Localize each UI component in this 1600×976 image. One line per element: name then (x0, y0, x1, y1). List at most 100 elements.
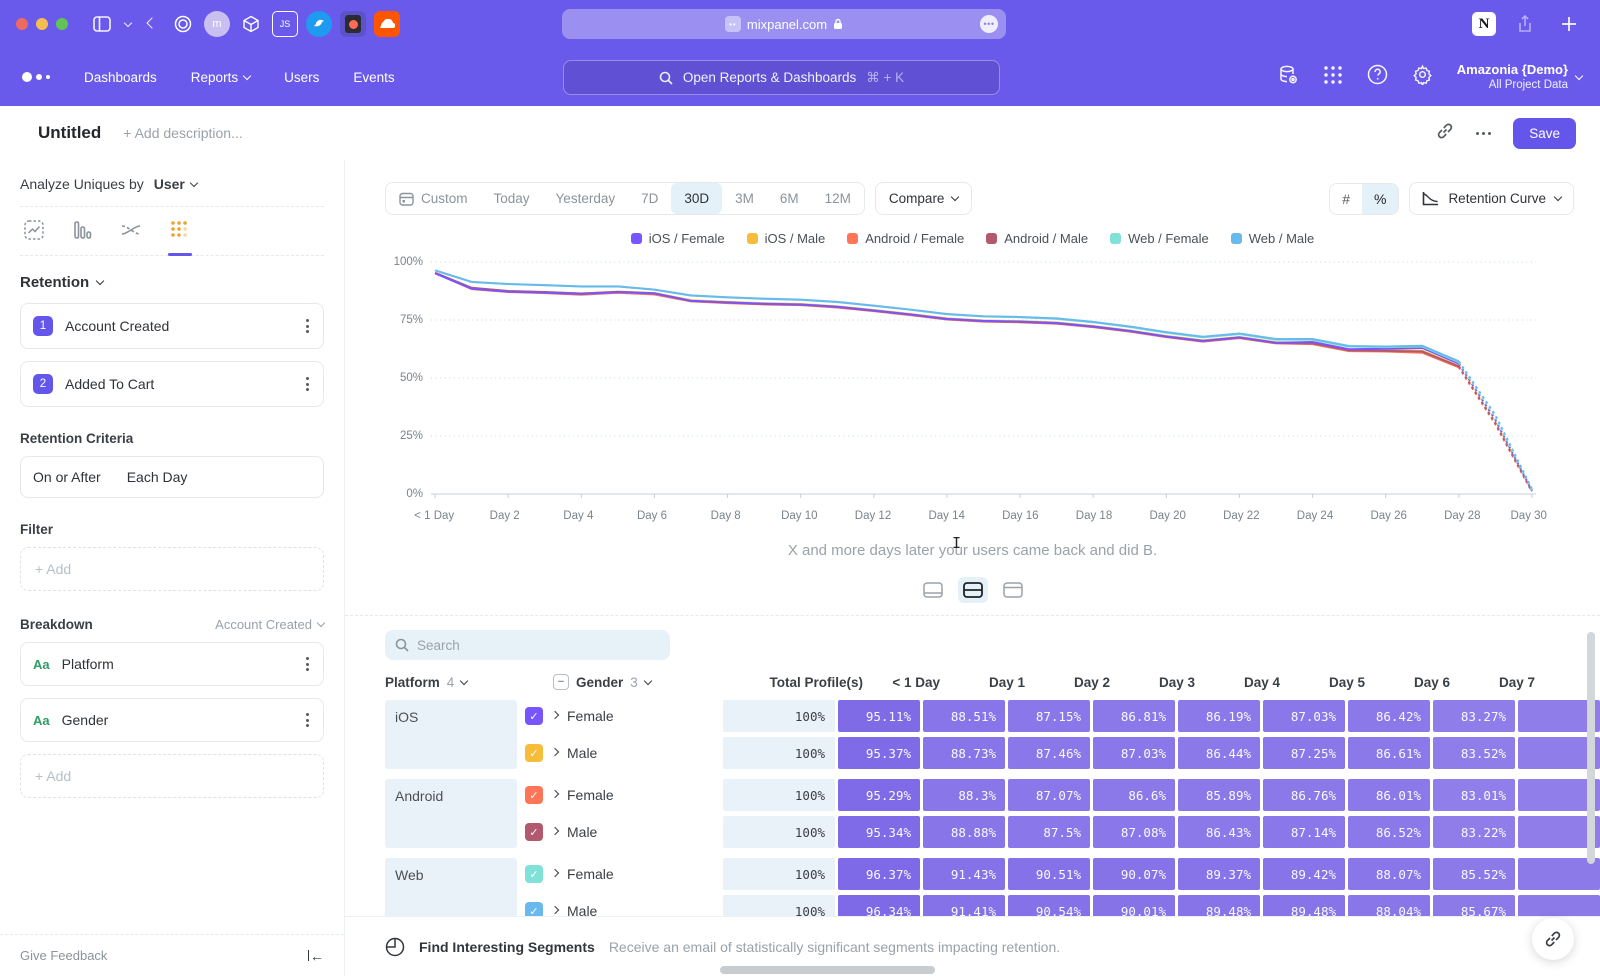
new-tab-icon[interactable] (1561, 16, 1577, 32)
column-header-day[interactable]: Day 4 (1206, 675, 1288, 690)
mixpanel-logo[interactable] (22, 72, 50, 82)
filter-add-button[interactable]: + Add (20, 547, 324, 591)
global-search[interactable]: Open Reports & Dashboards ⌘ + K (563, 60, 1000, 95)
gender-cell[interactable]: ✓Female (525, 707, 715, 725)
retention-value-cell[interactable]: 86.01% (1348, 779, 1430, 811)
settings-gear-icon[interactable] (1412, 64, 1433, 90)
nav-link-dashboards[interactable]: Dashboards (84, 70, 157, 85)
project-selector[interactable]: Amazonia {Demo} All Project Data (1457, 62, 1582, 93)
layout-table-only-button[interactable] (998, 577, 1028, 603)
retention-value-cell[interactable]: 86.19% (1178, 700, 1260, 732)
count-mode-absolute[interactable]: # (1330, 184, 1362, 214)
window-controls[interactable] (16, 18, 68, 30)
retention-value-cell[interactable]: 86.52% (1348, 816, 1430, 848)
table-row[interactable]: ✓Female100%95.29%88.3%87.07%86.6%85.89%8… (525, 779, 1600, 811)
retention-value-cell[interactable]: 86.43% (1178, 816, 1260, 848)
table-row[interactable]: ✓Male100%95.37%88.73%87.46%87.03%86.44%8… (525, 737, 1600, 769)
save-button[interactable]: Save (1513, 118, 1576, 149)
range-today[interactable]: Today (481, 183, 543, 214)
kebab-menu-icon[interactable] (304, 375, 311, 393)
gender-cell[interactable]: ✓Female (525, 865, 715, 883)
add-description[interactable]: + Add description... (123, 125, 242, 141)
retention-value-cell[interactable]: 85.89% (1178, 779, 1260, 811)
minimize-window-button[interactable] (36, 18, 48, 30)
retention-value-cell[interactable]: 86.81% (1093, 700, 1175, 732)
retention-value-cell[interactable]: 83.52% (1433, 737, 1515, 769)
range-custom[interactable]: Custom (386, 183, 481, 214)
retention-value-cell[interactable]: 88.88% (923, 816, 1005, 848)
tab-flows-icon[interactable] (120, 220, 142, 255)
nav-link-reports[interactable]: Reports (191, 70, 250, 85)
help-icon[interactable] (1367, 64, 1388, 90)
extension-js-icon[interactable]: JS (272, 11, 298, 37)
nav-link-events[interactable]: Events (353, 70, 394, 85)
gender-cell[interactable]: ✓Male (525, 823, 715, 841)
retention-value-cell[interactable]: 90.51% (1008, 858, 1090, 890)
criteria-condition[interactable]: On or After (33, 469, 101, 485)
retention-value-cell[interactable]: 89.42% (1263, 858, 1345, 890)
maximize-window-button[interactable] (56, 18, 68, 30)
breakdown-item-gender[interactable]: AaGender (20, 698, 324, 742)
retention-value-cell[interactable]: 85.52% (1433, 858, 1515, 890)
retention-value-cell[interactable]: 83.27% (1433, 700, 1515, 732)
give-feedback-link[interactable]: Give Feedback (20, 948, 107, 963)
column-header-day[interactable]: < 1 Day (866, 675, 948, 690)
count-mode-percent[interactable]: % (1362, 184, 1398, 214)
retention-value-cell[interactable]: 86.44% (1178, 737, 1260, 769)
retention-value-cell[interactable]: 89.37% (1178, 858, 1260, 890)
share-link-fab[interactable] (1532, 918, 1574, 960)
legend-item[interactable]: Web / Male (1231, 231, 1315, 246)
extension-soundcloud-icon[interactable] (374, 11, 400, 37)
nav-link-users[interactable]: Users (284, 70, 319, 85)
column-header-day[interactable]: Day 5 (1291, 675, 1373, 690)
retention-value-cell[interactable]: 95.37% (838, 737, 920, 769)
retention-value-cell[interactable]: 88.07% (1348, 858, 1430, 890)
checkbox-checked-icon[interactable]: ✓ (525, 865, 543, 883)
gender-select-all-checkbox[interactable]: − (553, 674, 569, 690)
tab-retention-icon[interactable] (170, 220, 190, 255)
legend-item[interactable]: Web / Female (1110, 231, 1209, 246)
retention-value-cell[interactable]: 96.34% (838, 895, 920, 916)
retention-value-cell[interactable]: 86.61% (1348, 737, 1430, 769)
legend-item[interactable]: iOS / Male (747, 231, 826, 246)
site-options-icon[interactable]: ••• (980, 15, 998, 33)
retention-value-cell[interactable]: 87.25% (1263, 737, 1345, 769)
breakdown-scope-dropdown[interactable]: Account Created (215, 617, 324, 632)
table-row[interactable]: ✓Female100%96.37%91.43%90.51%90.07%89.37… (525, 858, 1600, 890)
legend-item[interactable]: Android / Female (847, 231, 964, 246)
address-bar[interactable]: •• mixpanel.com ••• (562, 9, 1006, 39)
more-options-icon[interactable] (1476, 132, 1491, 135)
extension-disc-icon[interactable] (170, 11, 196, 37)
retention-step-1[interactable]: 1Account Created (20, 303, 324, 349)
range-yesterday[interactable]: Yesterday (543, 183, 629, 214)
find-segments-title[interactable]: Find Interesting Segments (419, 939, 595, 955)
retention-value-cell[interactable]: 89.48% (1263, 895, 1345, 916)
table-search-input[interactable]: Search (385, 630, 670, 660)
retention-value-cell[interactable]: 83.01% (1433, 779, 1515, 811)
tab-insights-icon[interactable] (24, 220, 44, 255)
retention-value-cell[interactable]: 86.42% (1348, 700, 1430, 732)
gender-cell[interactable]: ✓Male (525, 744, 715, 762)
column-header-day[interactable]: Day 1 (951, 675, 1033, 690)
checkbox-checked-icon[interactable]: ✓ (525, 744, 543, 762)
report-title[interactable]: Untitled (38, 123, 101, 143)
retention-step-2[interactable]: 2Added To Cart (20, 361, 324, 407)
table-row[interactable]: ✓Male100%95.34%88.88%87.5%87.08%86.43%87… (525, 816, 1600, 848)
vertical-scrollbar[interactable] (1587, 632, 1595, 864)
column-header-day[interactable]: Day 2 (1036, 675, 1118, 690)
gender-cell[interactable]: ✓Female (525, 786, 715, 804)
breakdown-item-platform[interactable]: AaPlatform (20, 642, 324, 686)
kebab-menu-icon[interactable] (304, 317, 311, 335)
kebab-menu-icon[interactable] (304, 655, 311, 673)
layout-chart-only-button[interactable] (918, 577, 948, 603)
retention-value-cell[interactable]: 86.76% (1263, 779, 1345, 811)
range-6m[interactable]: 6M (767, 183, 812, 214)
checkbox-checked-icon[interactable]: ✓ (525, 786, 543, 804)
retention-value-cell[interactable]: 90.01% (1093, 895, 1175, 916)
chart-canvas[interactable] (431, 256, 1536, 506)
extension-avatar-icon[interactable]: m (204, 11, 230, 37)
column-header-platform[interactable]: Platform4 (385, 675, 545, 690)
retention-value-cell[interactable]: 95.29% (838, 779, 920, 811)
notion-extension-icon[interactable]: N (1472, 12, 1496, 36)
retention-value-cell[interactable]: 88.04% (1348, 895, 1430, 916)
